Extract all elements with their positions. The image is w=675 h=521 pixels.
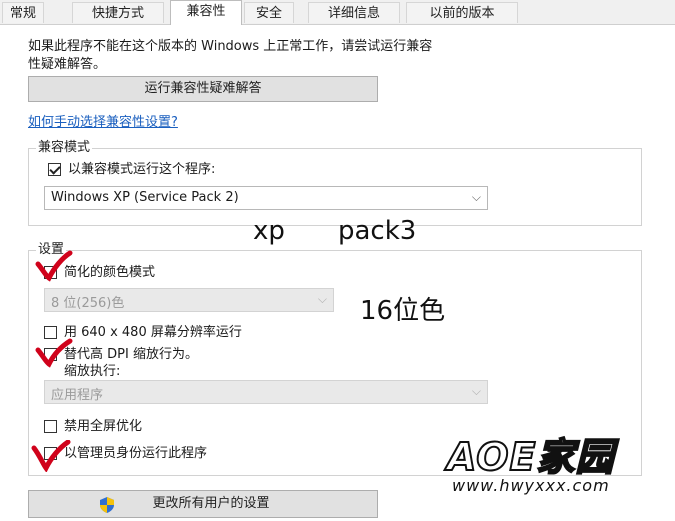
tab-previous-versions[interactable]: 以前的版本 [406,2,518,23]
compat-mode-label: 以兼容模式运行这个程序: [68,162,216,177]
disable-fullscreen-checkbox[interactable] [44,420,57,433]
manual-settings-link[interactable]: 如何手动选择兼容性设置? [28,111,178,130]
red-check-mark-icon [35,338,73,368]
disable-fullscreen-label: 禁用全屏优化 [64,419,143,434]
red-check-mark-icon [31,440,71,472]
intro-text-line1: 如果此程序不能在这个版本的 Windows 上正常工作，请尝试运行兼容 [28,39,433,54]
compat-mode-title: 兼容模式 [36,140,93,155]
watermark-url: www.hwyxxx.com [452,476,610,495]
dpi-override-label: 替代高 DPI 缩放行为。 [64,347,198,362]
os-select[interactable]: Windows XP (Service Pack 2) ⌵ [44,186,488,210]
run-troubleshooter-button[interactable]: 运行兼容性疑难解答 [28,76,378,102]
change-all-users-label: 更改所有用户的设置 [152,496,270,511]
chevron-down-icon: ⌵ [471,384,481,398]
tab-compatibility[interactable]: 兼容性 [170,0,242,25]
tab-strip: 常规 快捷方式 兼容性 安全 详细信息 以前的版本 [0,0,675,25]
scaling-select[interactable]: 应用程序 ⌵ [44,380,488,404]
compat-mode-checkbox[interactable] [48,163,61,176]
tab-shortcut[interactable]: 快捷方式 [72,2,164,23]
chevron-down-icon: ⌵ [471,190,481,204]
os-select-value: Windows XP (Service Pack 2) [51,190,239,205]
watermark-brand: AOE家园 [446,434,615,480]
tab-details[interactable]: 详细信息 [308,2,400,23]
run-as-admin-label: 以管理员身份运行此程序 [64,446,208,461]
chevron-down-icon: ⌵ [317,292,327,306]
color-depth-value: 8 位(256)色 [51,296,125,311]
resolution-640-label: 用 640 x 480 屏幕分辨率运行 [64,325,242,340]
intro-text-line2: 性疑难解答。 [28,57,107,72]
color-depth-select[interactable]: 8 位(256)色 ⌵ [44,288,334,312]
red-check-mark-icon [35,250,73,282]
annotation-xp: xp [253,216,285,246]
change-all-users-button[interactable]: 更改所有用户的设置 [28,490,378,518]
reduced-color-label: 简化的颜色模式 [64,265,156,280]
uac-shield-icon [100,497,114,513]
tab-general[interactable]: 常规 [2,2,44,23]
tab-security[interactable]: 安全 [244,2,294,23]
annotation-pack3: pack3 [338,216,417,246]
scaling-select-value: 应用程序 [51,388,104,403]
